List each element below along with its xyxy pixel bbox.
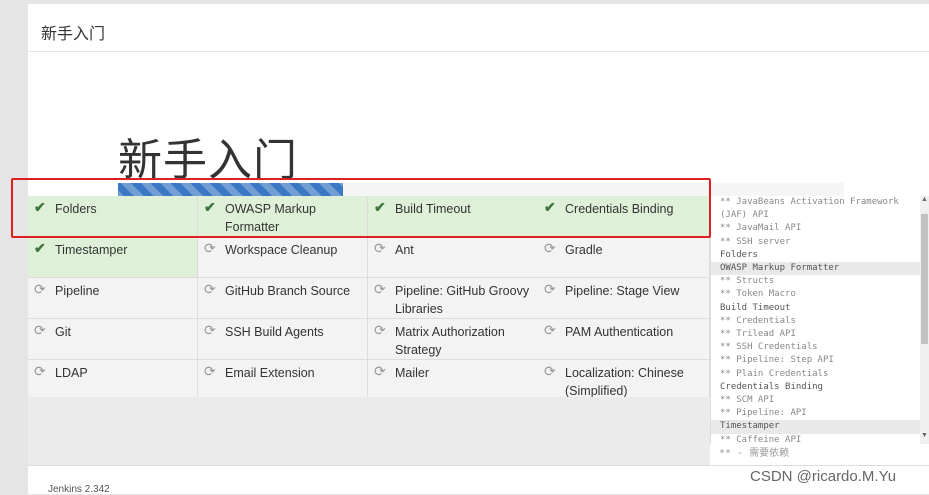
plugin-item: ⟳ Localization: Chinese (Simplified) xyxy=(538,360,710,401)
scroll-down-arrow-icon[interactable]: ▼ xyxy=(920,432,929,442)
refresh-icon: ⟳ xyxy=(204,240,216,256)
watermark: CSDN @ricardo.M.Yu xyxy=(750,468,897,485)
refresh-icon: ⟳ xyxy=(34,363,46,379)
refresh-icon: ⟳ xyxy=(544,281,556,297)
plugin-label: Pipeline: Stage View xyxy=(565,284,680,298)
log-line: ** Pipeline: Step API xyxy=(720,355,834,366)
log-line: ** Caffeine API xyxy=(720,434,802,444)
refresh-icon: ⟳ xyxy=(544,363,556,379)
plugin-item: ⟳ Pipeline xyxy=(28,278,198,319)
plugin-item: ⟳ Matrix Authorization Strategy xyxy=(368,319,539,360)
refresh-icon: ⟳ xyxy=(374,363,386,379)
setup-wizard-window: 新手入门 新手入门 ✔ Folders ✔ OWASP Markup Formatte… xyxy=(28,4,929,495)
version-footer: Jenkins 2.342 xyxy=(48,484,110,495)
annotation-highlight-box xyxy=(11,178,711,238)
plugin-label: Git xyxy=(55,325,71,339)
plugin-item: ⟳ LDAP xyxy=(28,360,198,401)
log-scrollbar[interactable]: ▲ ▼ xyxy=(920,196,929,444)
dependency-legend: ** - 需要依赖 xyxy=(719,448,790,459)
log-line: ** SSH Credentials xyxy=(720,342,818,353)
log-line: ** Pipeline: API xyxy=(720,408,807,419)
log-line: ** Token Macro xyxy=(720,289,796,300)
plugin-item: ⟳ Ant xyxy=(368,237,539,278)
install-log-panel[interactable]: ** JavaBeans Activation Framework (JAF) A… xyxy=(710,196,920,444)
plugin-label: SSH Build Agents xyxy=(225,325,324,339)
plugin-item: ⟳ Workspace Cleanup xyxy=(198,237,368,278)
plugin-item: ⟳ SSH Build Agents xyxy=(198,319,368,360)
plugin-label: Email Extension xyxy=(225,366,315,380)
plugin-item: ⟳ Git xyxy=(28,319,198,360)
log-line: ** Structs xyxy=(720,276,775,287)
log-line: Folders xyxy=(720,249,758,260)
plugin-label: Mailer xyxy=(395,366,430,380)
plugin-label: Ant xyxy=(395,243,414,257)
plugin-label: LDAP xyxy=(55,366,88,380)
window-header: 新手入门 xyxy=(28,4,929,52)
log-line: ** JavaMail API xyxy=(720,223,802,234)
log-line: ** SSH server xyxy=(720,236,791,247)
refresh-icon: ⟳ xyxy=(204,281,216,297)
grid-empty-area xyxy=(28,397,710,465)
plugin-item: ⟳ GitHub Branch Source xyxy=(198,278,368,319)
log-line: (JAF) API xyxy=(720,210,769,221)
plugin-item: ✔ Timestamper xyxy=(28,237,198,278)
refresh-icon: ⟳ xyxy=(204,322,216,338)
plugin-label: Pipeline: GitHub Groovy Libraries xyxy=(395,284,530,316)
log-line: ** Trilead API xyxy=(720,329,796,340)
log-line: Credentials Binding xyxy=(720,381,823,392)
refresh-icon: ⟳ xyxy=(204,363,216,379)
plugin-label: PAM Authentication xyxy=(565,325,674,339)
plugin-item: ⟳ Mailer xyxy=(368,360,539,401)
plugin-label: Gradle xyxy=(565,243,603,257)
footer-divider xyxy=(28,465,929,466)
refresh-icon: ⟳ xyxy=(374,322,386,338)
plugin-item: ⟳ Gradle xyxy=(538,237,710,278)
refresh-icon: ⟳ xyxy=(544,322,556,338)
refresh-icon: ⟳ xyxy=(374,281,386,297)
refresh-icon: ⟳ xyxy=(34,281,46,297)
log-line: ** Plain Credentials xyxy=(720,368,829,379)
log-line: ** Credentials xyxy=(720,315,796,326)
log-line: Timestamper xyxy=(711,420,920,434)
plugin-label: GitHub Branch Source xyxy=(225,284,351,298)
refresh-icon: ⟳ xyxy=(34,322,46,338)
refresh-icon: ⟳ xyxy=(544,240,556,256)
log-line: Build Timeout xyxy=(720,302,791,313)
plugin-label: Pipeline xyxy=(55,284,100,298)
log-line: OWASP Markup Formatter xyxy=(711,262,920,276)
window-title: 新手入门 xyxy=(41,26,106,43)
check-icon: ✔ xyxy=(34,240,46,256)
plugin-label: Localization: Chinese (Simplified) xyxy=(565,366,684,398)
scroll-thumb[interactable] xyxy=(921,214,928,344)
plugin-item: ⟳ Pipeline: Stage View xyxy=(538,278,710,319)
log-line: ** JavaBeans Activation Framework xyxy=(720,197,899,207)
plugin-item: ⟳ Pipeline: GitHub Groovy Libraries xyxy=(368,278,539,319)
background-strip xyxy=(0,0,28,494)
refresh-icon: ⟳ xyxy=(374,240,386,256)
log-line: ** SCM API xyxy=(720,395,775,406)
plugin-item: ⟳ PAM Authentication xyxy=(538,319,710,360)
scroll-up-arrow-icon[interactable]: ▲ xyxy=(920,196,929,206)
plugin-label: Workspace Cleanup xyxy=(225,243,338,257)
plugin-label: Timestamper xyxy=(55,243,128,257)
plugin-label: Matrix Authorization Strategy xyxy=(395,325,505,357)
plugin-item: ⟳ Email Extension xyxy=(198,360,368,401)
